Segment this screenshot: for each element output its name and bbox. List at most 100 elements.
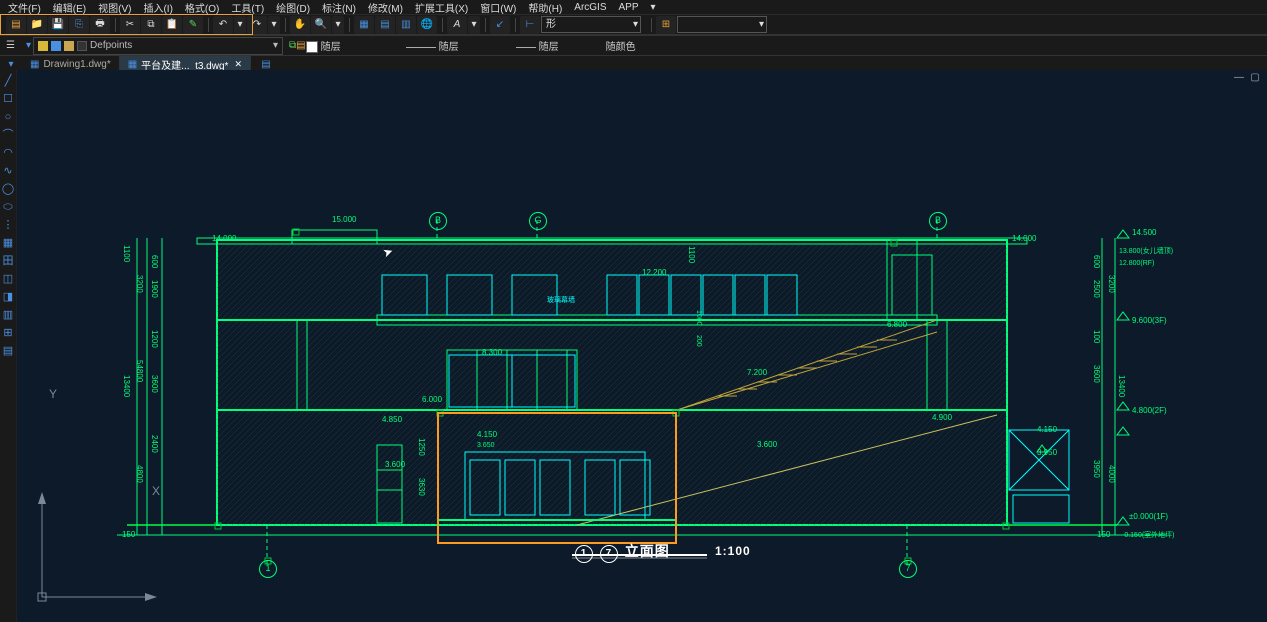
line-icon[interactable]: ╱: [1, 74, 15, 88]
grid1-icon[interactable]: ▦: [354, 16, 374, 34]
dim-text: 150: [1097, 530, 1110, 539]
dim-text: 4800: [135, 465, 144, 483]
point-icon[interactable]: ⋮: [1, 218, 15, 232]
dim-text: 4.900: [932, 413, 952, 422]
grid2-icon[interactable]: ▤: [375, 16, 395, 34]
dim-text: 1200: [150, 330, 159, 348]
table-style-icon[interactable]: ⊞: [656, 16, 676, 34]
menu-window[interactable]: 窗口(W): [480, 0, 516, 15]
lightbulb-icon: [38, 41, 48, 51]
text-style-icon[interactable]: A: [447, 16, 467, 34]
menu-edit[interactable]: 编辑(E): [53, 0, 86, 15]
layer-props-icon[interactable]: ☰: [6, 40, 20, 51]
redo-drop-icon[interactable]: ▾: [268, 16, 280, 34]
close-tab-icon[interactable]: ✕: [234, 59, 242, 70]
menu-help[interactable]: 帮助(H): [528, 0, 562, 15]
dim-style-icon[interactable]: ⊢: [520, 16, 540, 34]
hatch-icon[interactable]: ▦: [1, 236, 15, 250]
spline-icon[interactable]: ∿: [1, 164, 15, 178]
undo-drop-icon[interactable]: ▾: [234, 16, 246, 34]
axis-bubble: B: [929, 212, 947, 230]
ellipse-icon[interactable]: ◯: [1, 182, 15, 196]
open-icon[interactable]: 📁: [27, 16, 47, 34]
new-icon[interactable]: ▤: [6, 16, 26, 34]
copy-icon[interactable]: ⧉: [141, 16, 161, 34]
globe-icon[interactable]: 🌐: [417, 16, 437, 34]
dim-style-combo[interactable]: 形: [541, 16, 641, 33]
save-icon[interactable]: 💾: [48, 16, 68, 34]
plotstyle-combo[interactable]: 随颜色: [606, 38, 686, 53]
dim-text: 3200: [1107, 275, 1116, 293]
block2-icon[interactable]: ◫: [1, 272, 15, 286]
saveall-icon[interactable]: ⎘: [69, 16, 89, 34]
layer-color-swatch: [77, 41, 87, 51]
dim-text: 3.600: [757, 440, 777, 449]
menu-arcgis[interactable]: ArcGIS: [574, 2, 606, 13]
dim-text: 600: [150, 255, 159, 268]
grid3-icon[interactable]: ▥: [396, 16, 416, 34]
axis-bubble: 1: [259, 560, 277, 578]
dim-text: 2500: [1092, 280, 1101, 298]
lineweight-combo[interactable]: 随层: [516, 38, 606, 53]
dim-text: 1000: [695, 310, 702, 326]
redo-icon[interactable]: ↷: [247, 16, 267, 34]
zoom-drop-icon[interactable]: ▾: [332, 16, 344, 34]
ucs-icon: Y X: [27, 492, 167, 612]
arc2-icon[interactable]: ◠: [1, 146, 15, 160]
level-text: 4.150: [1037, 425, 1057, 434]
layerstate-icon[interactable]: ⧉: [289, 40, 296, 51]
leader-icon[interactable]: ↙: [490, 16, 510, 34]
level-text: 12.800(RF): [1119, 260, 1154, 267]
level-text: 9.600(3F): [1132, 316, 1167, 325]
dim-text: 8.300: [482, 348, 502, 357]
region-icon[interactable]: ▤: [1, 344, 15, 358]
menu-ext[interactable]: 扩展工具(X): [415, 0, 468, 15]
layer-dropdown-toggle[interactable]: ▾: [26, 40, 31, 51]
dim-text: 4000: [1107, 465, 1116, 483]
undo-icon[interactable]: ↶: [213, 16, 233, 34]
plot-icon[interactable]: 🖶: [90, 16, 110, 34]
match-icon[interactable]: ✎: [183, 16, 203, 34]
level-text: 13.800(女儿墙顶): [1119, 246, 1173, 256]
paste-icon[interactable]: 📋: [162, 16, 182, 34]
menu-insert[interactable]: 插入(I): [143, 0, 172, 15]
menu-dim[interactable]: 标注(N): [322, 0, 356, 15]
circle-icon[interactable]: ○: [1, 110, 15, 124]
menu-file[interactable]: 文件(F): [8, 0, 41, 15]
pan-icon[interactable]: ✋: [290, 16, 310, 34]
dim-text: 200: [695, 335, 702, 347]
block3-icon[interactable]: ◨: [1, 290, 15, 304]
linetype-combo[interactable]: 随层: [406, 38, 516, 53]
color-combo[interactable]: 随层: [306, 38, 406, 53]
menu-tools[interactable]: 工具(T): [231, 0, 264, 15]
table-style-combo[interactable]: [677, 16, 767, 33]
dim-text: 4.150: [477, 430, 497, 439]
minimize-icon[interactable]: —: [1233, 72, 1245, 83]
text-drop-icon[interactable]: ▾: [468, 16, 480, 34]
menu-bar: 文件(F) 编辑(E) 视图(V) 插入(I) 格式(O) 工具(T) 绘图(D…: [0, 0, 1267, 15]
maximize-icon[interactable]: ▢: [1249, 72, 1261, 83]
zoom-icon[interactable]: 🔍: [311, 16, 331, 34]
toolbar-properties: ☰ ▾ Defpoints ⧉ ▤ 随层 随层 随层 随颜色: [0, 36, 1267, 56]
drawing-viewport[interactable]: — ▢: [17, 70, 1267, 622]
dwg-icon: ▦: [30, 59, 39, 70]
cut-icon[interactable]: ✂: [120, 16, 140, 34]
menu-format[interactable]: 格式(O): [185, 0, 219, 15]
table-icon[interactable]: ▥: [1, 308, 15, 322]
menu-more[interactable]: ▾: [651, 2, 656, 13]
layeriso-icon[interactable]: ▤: [296, 40, 305, 51]
drawing-title: 1 7 立面图: [575, 541, 670, 563]
menu-app[interactable]: APP: [619, 2, 639, 13]
menu-view[interactable]: 视图(V): [98, 0, 131, 15]
mtext-icon[interactable]: ⊞: [1, 326, 15, 340]
dim-text: 7.200: [747, 368, 767, 377]
lock-icon: [64, 41, 74, 51]
arc-icon[interactable]: ⌒: [1, 128, 15, 142]
menu-draw[interactable]: 绘图(D): [276, 0, 310, 15]
dim-text: 100: [1092, 330, 1101, 343]
menu-modify[interactable]: 修改(M): [368, 0, 403, 15]
block-icon[interactable]: 田: [1, 254, 15, 268]
layer-combo[interactable]: Defpoints: [33, 37, 283, 55]
rect-icon[interactable]: ☐: [1, 92, 15, 106]
ellipse-arc-icon[interactable]: ⬭: [1, 200, 15, 214]
